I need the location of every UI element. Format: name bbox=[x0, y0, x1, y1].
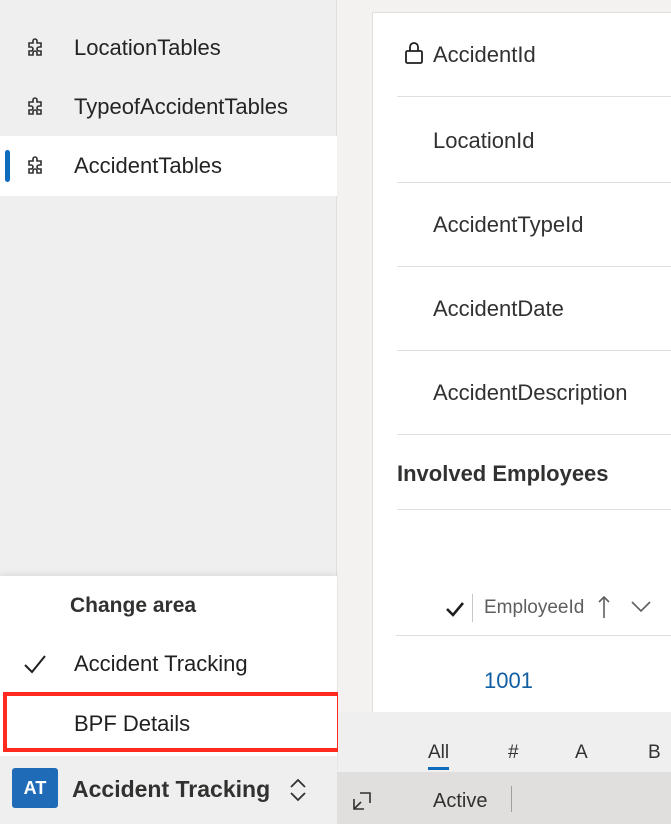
field-locationid[interactable]: LocationId bbox=[397, 99, 671, 183]
column-separator bbox=[472, 594, 473, 622]
area-name: Accident Tracking bbox=[72, 776, 271, 802]
field-label: AccidentId bbox=[433, 41, 536, 67]
change-area-title: Change area bbox=[70, 594, 197, 617]
status-separator bbox=[511, 786, 512, 812]
field-label: AccidentDate bbox=[433, 295, 564, 321]
main-content: AccidentId LocationId AccidentTypeId Acc… bbox=[338, 0, 671, 772]
section-title: Involved Employees bbox=[397, 461, 609, 486]
column-header-employeeid[interactable]: EmployeeId bbox=[484, 597, 584, 619]
sidebar-item-locationtables[interactable]: LocationTables bbox=[0, 18, 337, 78]
area-switcher[interactable]: AT Accident Tracking bbox=[0, 756, 337, 824]
expand-icon[interactable] bbox=[351, 790, 373, 812]
select-all-checkmark-icon[interactable] bbox=[444, 598, 466, 620]
sidebar-item-label: AccidentTables bbox=[74, 153, 222, 178]
area-option-accident-tracking[interactable]: Accident Tracking bbox=[0, 636, 337, 692]
divider bbox=[397, 509, 671, 510]
alpha-filter-hash[interactable]: # bbox=[508, 742, 519, 764]
alpha-filter-b[interactable]: B bbox=[648, 742, 661, 764]
field-accidenttypeid[interactable]: AccidentTypeId bbox=[397, 183, 671, 267]
alpha-filter-all[interactable]: All bbox=[428, 742, 450, 770]
record-status: Active bbox=[433, 790, 488, 812]
sort-ascending-icon bbox=[598, 595, 610, 618]
sidebar-item-accidenttables[interactable]: AccidentTables bbox=[0, 136, 337, 196]
alpha-filter-a[interactable]: A bbox=[575, 742, 588, 764]
field-accidentdescription[interactable]: AccidentDescription bbox=[397, 351, 671, 435]
puzzle-icon bbox=[28, 97, 42, 115]
employee-link[interactable]: 1001 bbox=[484, 668, 533, 694]
lock-icon bbox=[405, 42, 423, 64]
table-row: 1001 bbox=[396, 640, 671, 700]
field-label: LocationId bbox=[433, 127, 535, 153]
field-accidentdate[interactable]: AccidentDate bbox=[397, 267, 671, 351]
highlight-box bbox=[3, 692, 341, 752]
field-label: AccidentTypeId bbox=[433, 211, 584, 237]
grid-header: EmployeeId bbox=[396, 580, 671, 636]
area-avatar: AT bbox=[12, 768, 58, 808]
sidebar-item-label: LocationTables bbox=[74, 35, 221, 60]
sidebar-item-typeofaccidenttables[interactable]: TypeofAccidentTables bbox=[0, 77, 337, 137]
field-label: AccidentDescription bbox=[433, 379, 628, 405]
chevron-down-icon[interactable] bbox=[630, 600, 652, 614]
sidebar-item-clipped[interactable] bbox=[30, 0, 230, 6]
alpha-filter-bar: All # A B bbox=[338, 712, 671, 772]
checkmark-icon bbox=[24, 655, 46, 674]
puzzle-icon bbox=[28, 38, 42, 56]
selection-indicator bbox=[5, 150, 10, 182]
chevron-updown-icon bbox=[290, 778, 306, 802]
area-option-label: Accident Tracking bbox=[74, 651, 248, 676]
sidebar-item-label: TypeofAccidentTables bbox=[74, 94, 289, 119]
puzzle-icon bbox=[28, 156, 42, 174]
status-bar: Active bbox=[337, 772, 671, 824]
field-accidentid[interactable]: AccidentId bbox=[397, 13, 671, 97]
